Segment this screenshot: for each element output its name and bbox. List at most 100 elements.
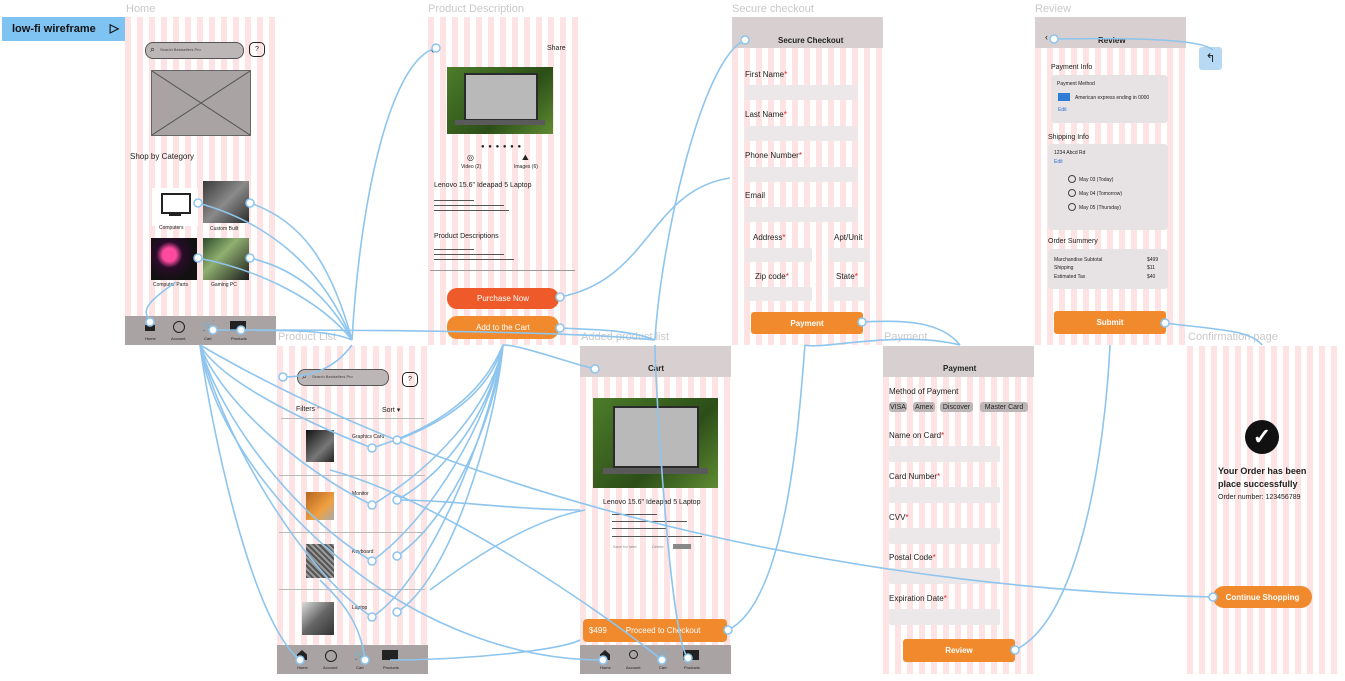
- images-count[interactable]: Images (6): [514, 164, 538, 170]
- save-for-later-link[interactable]: Save for later: [613, 544, 637, 549]
- summary-row-value-1: $11: [1147, 265, 1155, 271]
- back-icon[interactable]: ‹: [1045, 32, 1048, 42]
- payment-info-heading: Payment Info: [1051, 64, 1093, 71]
- home-icon[interactable]: [145, 321, 155, 331]
- product-image-graphics-card[interactable]: [306, 430, 334, 462]
- cart-product-image: [593, 398, 718, 488]
- product-name-graphics-card[interactable]: Graphics Card: [352, 434, 384, 440]
- continue-shopping-button[interactable]: Continue Shopping: [1213, 586, 1312, 608]
- state-field[interactable]: [829, 287, 869, 301]
- chip-discover[interactable]: Discover: [940, 402, 973, 412]
- chat-help-icon[interactable]: ?: [402, 372, 418, 387]
- name-on-card-label: Name on Card*: [889, 431, 945, 440]
- frame-title-product-description: Product Description: [428, 3, 524, 15]
- product-image-laptop[interactable]: [302, 602, 334, 635]
- last-name-field[interactable]: [745, 126, 857, 141]
- account-icon[interactable]: [629, 650, 638, 659]
- proceed-to-checkout-button[interactable]: $499 Proceed to Checkout: [583, 619, 727, 642]
- cart-total: $499: [589, 626, 607, 635]
- chip-amex[interactable]: Amex: [913, 402, 935, 412]
- delete-link[interactable]: Delete: [652, 544, 664, 549]
- products-icon[interactable]: [683, 650, 699, 660]
- first-name-field[interactable]: [745, 85, 857, 100]
- category-label-custom-built: Custom Built: [210, 226, 239, 232]
- chip-mastercard[interactable]: Master Card: [980, 402, 1028, 412]
- video-icon[interactable]: ◎: [467, 153, 474, 162]
- video-count[interactable]: Video (2): [461, 164, 481, 170]
- back-icon[interactable]: ‹: [591, 362, 594, 372]
- shop-by-category-heading: Shop by Category: [130, 152, 195, 161]
- category-computer-parts[interactable]: [151, 238, 197, 280]
- search-placeholder: Search Bestsellers Pro: [312, 374, 353, 379]
- apt-field[interactable]: [829, 248, 869, 262]
- card-number-field[interactable]: [889, 487, 1000, 503]
- ship-radio-1[interactable]: [1068, 189, 1076, 197]
- category-custom-built[interactable]: [203, 181, 249, 223]
- share-link[interactable]: Share: [547, 45, 566, 52]
- sort-button[interactable]: Sort ▾: [382, 406, 400, 414]
- name-on-card-field[interactable]: [889, 446, 1000, 462]
- home-icon[interactable]: [297, 650, 307, 660]
- product-name-laptop[interactable]: Laptop: [352, 605, 367, 611]
- chat-help-icon[interactable]: ?: [249, 42, 265, 57]
- email-field[interactable]: [745, 207, 857, 222]
- nav-label-cart: Cart: [204, 336, 212, 341]
- frame-title-product-list: Product List: [278, 331, 337, 343]
- review-frame: ‹ Review Payment Info Payment Method Ame…: [1035, 17, 1186, 345]
- edit-shipping-link[interactable]: Edit: [1054, 159, 1063, 165]
- cvv-field[interactable]: [889, 528, 1000, 544]
- frame-title-home: Home: [126, 3, 156, 15]
- back-icon[interactable]: ‹: [431, 45, 434, 55]
- product-image-monitor[interactable]: [306, 492, 334, 520]
- address-label: Address*: [753, 233, 786, 242]
- cart-icon[interactable]: 🛒: [354, 650, 366, 661]
- back-icon[interactable]: ‹: [280, 371, 283, 381]
- search-bar[interactable]: ⌕ Search Bestsellers Pro: [145, 42, 244, 59]
- ship-radio-0[interactable]: [1068, 175, 1076, 183]
- category-label-computers: Computers: [159, 225, 184, 231]
- cart-icon[interactable]: 🛒: [657, 650, 669, 661]
- bottom-nav: 🛒 Home Account Cart Products: [125, 316, 276, 345]
- product-name-monitor[interactable]: Monitor: [352, 491, 369, 497]
- ship-option-1: May 04 (Tomorrow): [1079, 191, 1123, 197]
- filters-button[interactable]: Filters *: [296, 406, 320, 413]
- address-field[interactable]: [745, 248, 812, 262]
- quantity-stepper[interactable]: [673, 544, 691, 549]
- order-summary-heading: Order Summery: [1048, 238, 1098, 245]
- ship-option-0: May 03 (Today): [1079, 177, 1114, 183]
- category-computers[interactable]: [152, 188, 198, 226]
- product-image-keyboard[interactable]: [306, 544, 334, 578]
- search-bar[interactable]: ⌕ Search Bestsellers Pro: [297, 369, 389, 386]
- products-icon[interactable]: [382, 650, 398, 660]
- products-icon[interactable]: [230, 321, 246, 331]
- review-button[interactable]: Review: [903, 639, 1015, 662]
- back-icon[interactable]: ‹: [742, 32, 745, 42]
- zip-field[interactable]: [745, 287, 812, 301]
- postal-code-field[interactable]: [889, 568, 1000, 584]
- expiration-date-field[interactable]: [889, 609, 1000, 625]
- submit-button[interactable]: Submit: [1054, 311, 1166, 334]
- wireframe-badge[interactable]: low-fi wireframe ▷: [2, 17, 125, 41]
- product-name-keyboard[interactable]: Keyboard: [352, 549, 373, 555]
- payment-button[interactable]: Payment: [751, 312, 863, 334]
- carousel-dots[interactable]: ● ● ● ● ● ●: [481, 144, 522, 150]
- apt-label: Apt/Unit: [834, 233, 863, 242]
- edit-payment-link[interactable]: Edit: [1058, 107, 1067, 113]
- purchase-now-button[interactable]: Purchase Now: [447, 288, 559, 309]
- phone-field[interactable]: [745, 167, 857, 182]
- phone-label: Phone Number*: [745, 151, 802, 160]
- zip-label: Zip code*: [755, 272, 789, 281]
- chip-visa[interactable]: VISA: [889, 402, 907, 412]
- account-icon[interactable]: [173, 321, 185, 333]
- ship-radio-2[interactable]: [1068, 203, 1076, 211]
- frame-title-review: Review: [1035, 3, 1072, 15]
- images-icon[interactable]: ⛰: [522, 153, 529, 163]
- category-gaming-pc[interactable]: [203, 238, 249, 280]
- summary-row-label-1: Shipping: [1054, 265, 1074, 271]
- account-icon[interactable]: [325, 650, 337, 662]
- home-icon[interactable]: [600, 650, 610, 660]
- add-to-cart-button[interactable]: Add to the Cart: [447, 316, 559, 339]
- expiration-date-label: Expiration Date*: [889, 594, 947, 603]
- cart-icon[interactable]: 🛒: [202, 321, 214, 332]
- undo-arrow-icon[interactable]: ↰: [1199, 47, 1222, 70]
